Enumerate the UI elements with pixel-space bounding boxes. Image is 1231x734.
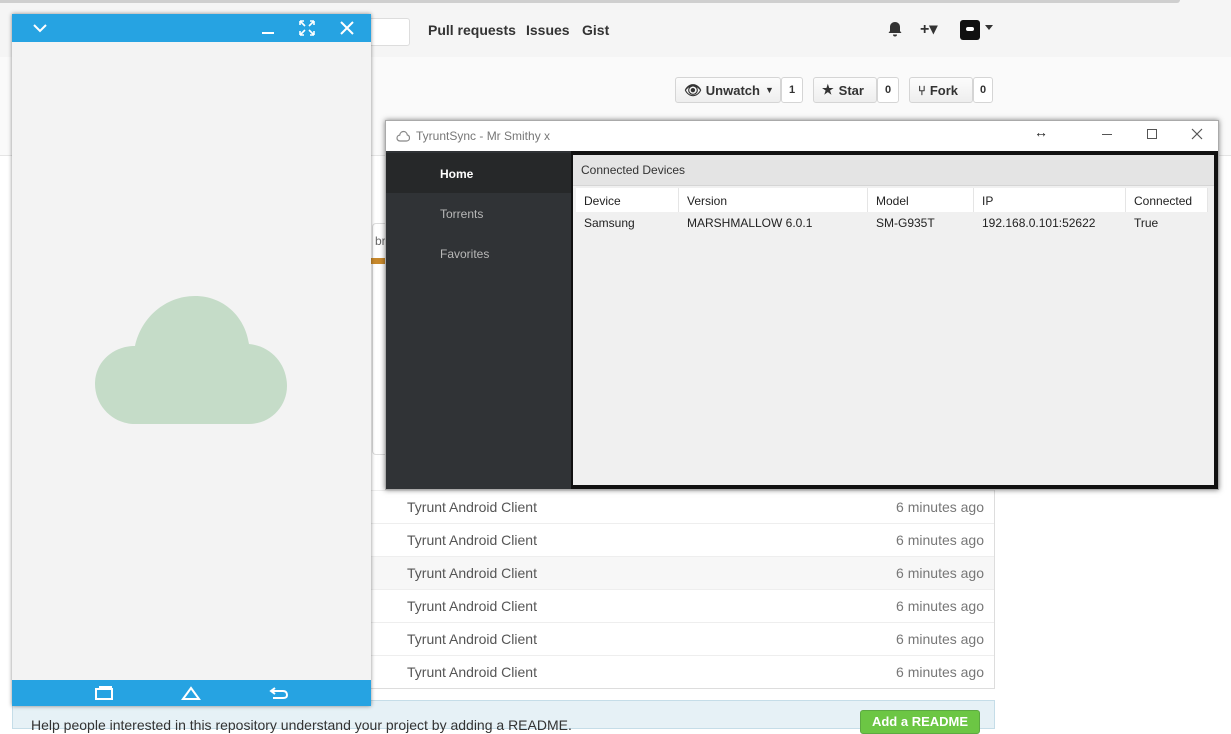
minimize-icon[interactable] [260,20,276,40]
cell-text: MARSHMALLOW 6.0.1 [687,216,813,230]
minimize-icon[interactable] [1100,127,1114,146]
column-header-label: IP [982,194,994,208]
browser-scrollbar[interactable] [0,0,1180,3]
star-button[interactable]: ★ Star [813,77,877,103]
bell-icon[interactable] [886,20,904,43]
commit-age: 6 minutes ago [896,598,984,614]
column-header-ip[interactable]: IP [974,188,1126,212]
column-header-connected[interactable]: Connected [1126,188,1208,212]
file-list: Tyrunt Android Client 6 minutes ago Tyru… [370,490,995,689]
cell-text: 192.168.0.101:52622 [982,216,1096,230]
app-cloud-icon [396,129,411,147]
fork-label: Fork [929,82,958,98]
commit-age: 6 minutes ago [896,499,984,515]
fork-count[interactable]: 0 [973,77,993,103]
tyruntsync-titlebar[interactable]: TyruntSync - Mr Smithy x ↔ [386,121,1218,151]
cell-connected: True [1126,212,1208,234]
cell-model: SM-G935T [868,212,974,234]
panel-title: Connected Devices [581,163,686,177]
column-header-device[interactable]: Device [576,188,679,212]
add-readme-button[interactable]: Add a README [860,710,980,734]
fork-button[interactable]: ⑂ Fork [909,77,973,103]
cell-text: True [1134,216,1159,230]
maximize-icon[interactable] [1145,127,1159,146]
close-icon[interactable] [1190,127,1204,146]
cell-device: Samsung [576,212,679,234]
commit-age: 6 minutes ago [896,631,984,647]
sidebar-item-label: Favorites [440,247,490,261]
commit-message[interactable]: Tyrunt Android Client [407,565,537,581]
commit-message[interactable]: Tyrunt Android Client [407,664,537,680]
watch-count[interactable]: 1 [781,77,803,103]
resize-cursor-icon: ↔ [1034,124,1048,140]
fork-icon: ⑂ [918,82,926,98]
nav-gist[interactable]: Gist [582,22,609,38]
unwatch-button[interactable]: 👁 Unwatch ▼ [675,77,781,103]
table-row[interactable]: Tyrunt Android Client 6 minutes ago [371,523,994,557]
cell-ip: 192.168.0.101:52622 [974,212,1126,234]
back-icon[interactable] [269,685,289,705]
column-header-label: Version [687,194,728,208]
chevron-down-icon[interactable] [32,20,48,40]
sidebar-item-torrents[interactable]: Torrents [386,193,571,233]
star-icon: ★ [822,82,834,97]
table-row[interactable]: Tyrunt Android Client 6 minutes ago [371,490,994,524]
star-count[interactable]: 0 [877,77,899,103]
commit-message[interactable]: Tyrunt Android Client [407,532,537,548]
eye-icon: 👁 [684,81,702,98]
fullscreen-icon[interactable] [299,20,315,40]
phone-titlebar [12,14,371,42]
commit-message[interactable]: Tyrunt Android Client [407,499,537,515]
cell-text: SM-G935T [876,216,935,230]
readme-prompt-text: Help people interested in this repositor… [31,717,572,733]
table-row[interactable]: Tyrunt Android Client 6 minutes ago [371,589,994,623]
caret-down-icon: ▼ [764,85,774,95]
phone-emulator-window [12,14,371,706]
table-row[interactable]: Tyrunt Android Client 6 minutes ago [371,622,994,656]
cell-version: MARSHMALLOW 6.0.1 [679,212,868,234]
nav-issues[interactable]: Issues [526,22,570,38]
phone-navbar [12,680,371,706]
tyruntsync-sidebar: Home Torrents Favorites [386,151,571,489]
recent-apps-icon[interactable] [94,685,114,705]
avatar[interactable] [960,20,980,40]
nav-pull-requests[interactable]: Pull requests [428,22,516,38]
close-icon[interactable] [339,20,355,40]
column-header-label: Model [876,194,909,208]
table-row[interactable]: Tyrunt Android Client 6 minutes ago [371,556,994,590]
column-header-model[interactable]: Model [868,188,974,212]
column-header-label: Device [584,194,621,208]
sidebar-item-favorites[interactable]: Favorites [386,233,571,273]
sidebar-item-label: Torrents [440,207,484,221]
connected-devices-panel: Connected Devices Device Version Model I… [573,155,1214,485]
column-header-version[interactable]: Version [679,188,868,212]
cell-text: Samsung [584,216,635,230]
star-label: Star [838,82,864,98]
home-icon[interactable] [181,685,201,705]
window-title: TyruntSync - Mr Smithy x [416,129,551,143]
commit-age: 6 minutes ago [896,565,984,581]
panel-header: Connected Devices [573,155,1214,186]
commit-message[interactable]: Tyrunt Android Client [407,598,537,614]
column-header-label: Connected [1134,194,1193,208]
tyruntsync-window: TyruntSync - Mr Smithy x ↔ Home Torrents… [385,120,1219,490]
cloud-icon [95,296,287,424]
avatar-caret-icon[interactable] [985,25,993,30]
commit-age: 6 minutes ago [896,532,984,548]
unwatch-label: Unwatch [705,82,760,98]
plus-dropdown-icon[interactable]: +▾ [920,19,937,39]
commit-message[interactable]: Tyrunt Android Client [407,631,537,647]
table-row[interactable]: Tyrunt Android Client 6 minutes ago [371,655,994,689]
sidebar-item-label: Home [440,167,474,181]
commit-age: 6 minutes ago [896,664,984,680]
sidebar-item-home[interactable]: Home [386,153,571,193]
